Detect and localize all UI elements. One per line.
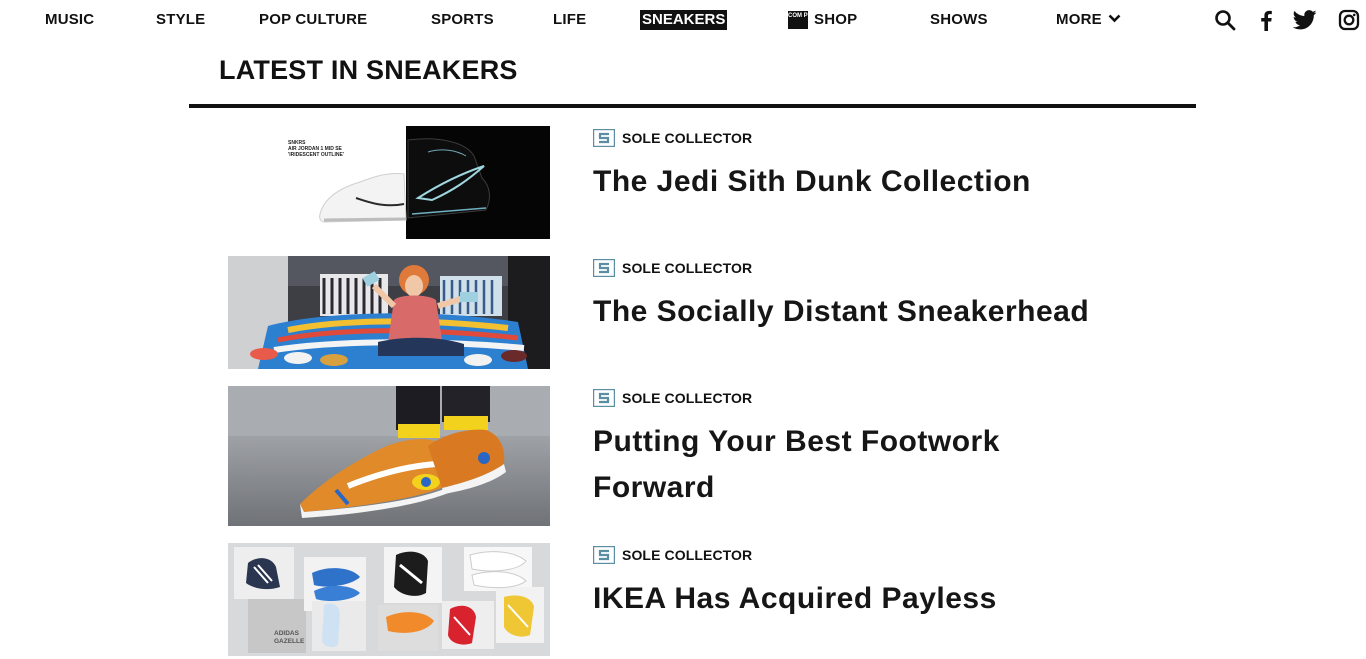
thumbnail-caption-line-2: GAZELLE [274, 638, 305, 645]
article-4-title[interactable]: IKEA Has Acquired Payless [593, 576, 1173, 622]
article-1-source[interactable]: SOLE COLLECTOR [593, 128, 752, 148]
sole-collector-logo-icon [593, 129, 615, 147]
nav-item-shows[interactable]: SHOWS [930, 11, 988, 29]
top-nav: MUSIC STYLE POP CULTURE SPORTS LIFE SNEA… [0, 0, 1366, 40]
nav-item-music[interactable]: MUSIC [45, 11, 94, 29]
section-title: LATEST IN SNEAKERS [219, 55, 518, 85]
sole-collector-logo-icon [593, 546, 615, 564]
article-4-source[interactable]: SOLE COLLECTOR [593, 545, 752, 565]
twitter-icon[interactable] [1293, 8, 1317, 32]
article-2-source[interactable]: SOLE COLLECTOR [593, 258, 752, 278]
article-4-thumbnail[interactable]: ADIDAS GAZELLE [228, 543, 550, 656]
section-divider [189, 104, 1196, 108]
sole-collector-logo-icon [593, 259, 615, 277]
nav-item-more-label: MORE [1056, 11, 1102, 28]
nav-item-shop[interactable]: COM PLEXSHOP [788, 11, 857, 29]
search-icon[interactable] [1213, 8, 1237, 32]
nav-item-pop-culture[interactable]: POP CULTURE [259, 11, 367, 29]
article-2-thumbnail[interactable] [228, 256, 550, 369]
article-2-title[interactable]: The Socially Distant Sneakerhead [593, 289, 1173, 335]
article-3-title[interactable]: Putting Your Best Footwork Forward [593, 419, 1073, 511]
source-label: SOLE COLLECTOR [622, 547, 753, 563]
source-label: SOLE COLLECTOR [622, 260, 753, 276]
sole-collector-logo-icon [593, 389, 615, 407]
thumbnail-caption-line-1: ADIDAS [274, 630, 300, 637]
nav-item-more[interactable]: MORE [1056, 11, 1121, 29]
thumbnail-caption-line-3: 'IRIDESCENT OUTLINE' [288, 152, 344, 158]
source-label: SOLE COLLECTOR [622, 390, 753, 406]
nav-item-sports[interactable]: SPORTS [431, 11, 494, 29]
chevron-down-icon [1108, 14, 1121, 23]
article-1-title[interactable]: The Jedi Sith Dunk Collection [593, 159, 1173, 205]
article-1-thumbnail[interactable]: SNKRS AIR JORDAN 1 MID SE 'IRIDESCENT OU… [228, 126, 550, 239]
article-3-thumbnail[interactable] [228, 386, 550, 526]
source-label: SOLE COLLECTOR [622, 130, 753, 146]
nav-item-sneakers[interactable]: SNEAKERS [640, 10, 728, 30]
complex-logo: COM PLEX [788, 11, 819, 29]
facebook-icon[interactable] [1254, 8, 1278, 32]
nav-item-style[interactable]: STYLE [156, 11, 205, 29]
nav-item-shop-label: SHOP [814, 11, 858, 28]
instagram-icon[interactable] [1337, 8, 1361, 32]
article-3-source[interactable]: SOLE COLLECTOR [593, 388, 752, 408]
nav-item-life[interactable]: LIFE [553, 11, 586, 29]
